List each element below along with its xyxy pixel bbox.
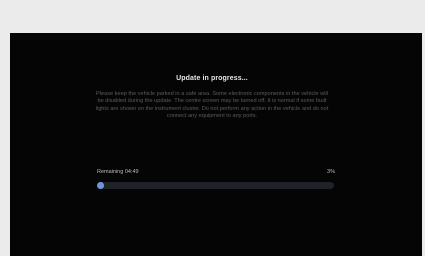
progress-meta: Remaining 04:49 3% xyxy=(97,169,335,175)
update-description: Please keep the vehicle parked in a safe… xyxy=(95,91,329,119)
remaining-time: Remaining 04:49 xyxy=(97,169,139,175)
progress-percent: 3% xyxy=(327,169,335,175)
progress-knob xyxy=(97,182,104,189)
update-title: Update in progress... xyxy=(176,75,248,82)
progress-bar xyxy=(97,182,334,189)
update-dialog: Update in progress... Please keep the ve… xyxy=(87,75,337,120)
vehicle-screen xyxy=(10,33,422,256)
